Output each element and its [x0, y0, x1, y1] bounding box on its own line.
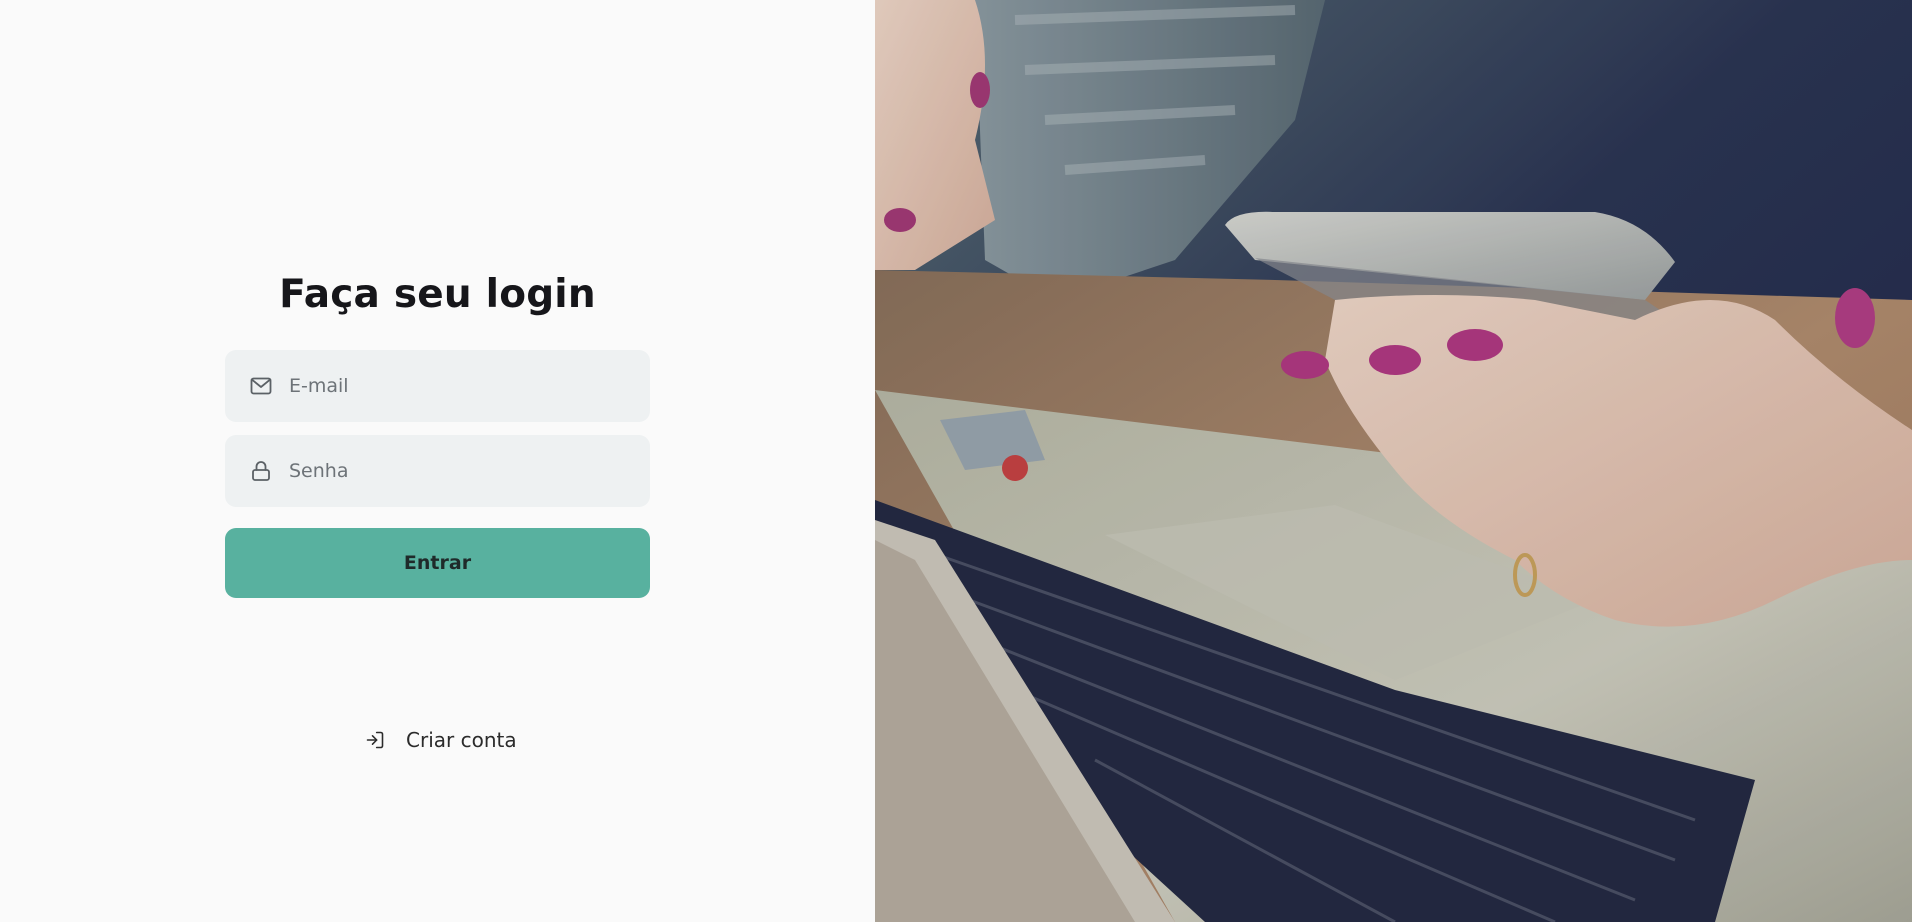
email-input[interactable]: [289, 366, 619, 406]
password-input[interactable]: [289, 451, 619, 491]
hero-photo: [875, 0, 1912, 922]
log-in-icon: [365, 729, 387, 751]
login-panel: Faça seu login E-mail Entrar Criar conta: [0, 0, 875, 922]
login-page: Faça seu login E-mail Entrar Criar conta: [0, 0, 1912, 922]
lock-icon: [248, 458, 274, 484]
login-form: Faça seu login E-mail Entrar: [225, 268, 650, 598]
page-title: Faça seu login: [279, 272, 596, 317]
login-button[interactable]: Entrar: [225, 528, 650, 598]
create-account-label: Criar conta: [406, 728, 517, 752]
mail-icon: [248, 373, 274, 399]
email-field-container[interactable]: [225, 350, 650, 422]
create-account-link[interactable]: Criar conta: [365, 728, 517, 752]
hero-illustration: [875, 0, 1912, 922]
password-field-container[interactable]: [225, 435, 650, 507]
